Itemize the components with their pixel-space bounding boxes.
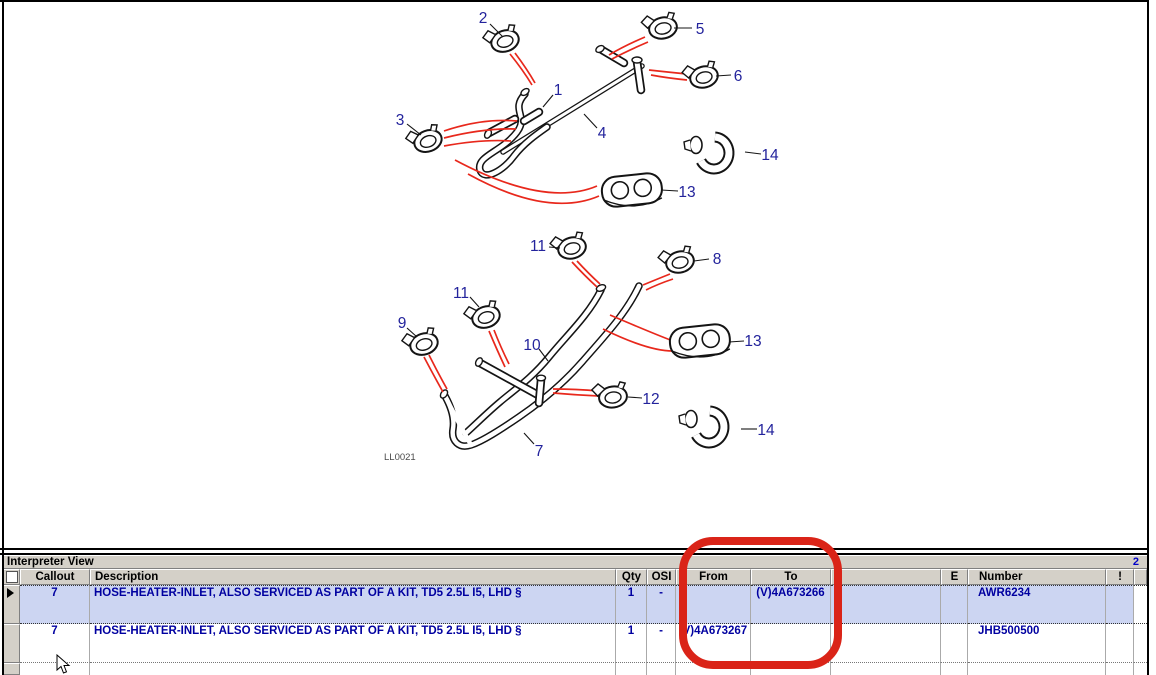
- mouse-cursor: [56, 654, 72, 675]
- window-border-right: [1147, 0, 1149, 675]
- callout-5[interactable]: 5: [696, 21, 705, 38]
- callout-11b[interactable]: 11: [453, 285, 469, 302]
- select-all-header[interactable]: [3, 569, 20, 585]
- col-header-end: [1134, 569, 1147, 585]
- cell-end: [1134, 624, 1147, 663]
- callout-13a[interactable]: 13: [678, 184, 695, 201]
- pipe-clip-14a: [684, 137, 729, 169]
- row-selector[interactable]: [3, 585, 20, 624]
- select-all-checkbox[interactable]: [6, 571, 18, 583]
- col-header-description[interactable]: Description: [90, 569, 616, 585]
- callout-13b[interactable]: 13: [744, 333, 761, 350]
- pipe-clip-14b: [679, 411, 724, 443]
- upper-hose-assembly: [480, 44, 642, 175]
- cell-number[interactable]: AWR6234: [968, 585, 1106, 624]
- callout-9[interactable]: 9: [398, 315, 407, 332]
- cell-description[interactable]: HOSE-HEATER-INLET, ALSO SERVICED AS PART…: [90, 624, 616, 663]
- cell-end: [1134, 585, 1147, 624]
- hose-clamp-12: [591, 380, 628, 410]
- hose-clamp-9: [400, 325, 440, 360]
- callout-1[interactable]: 1: [554, 82, 563, 99]
- page-indicator: 2: [1133, 556, 1147, 568]
- cell-number[interactable]: JHB500500: [968, 624, 1106, 663]
- col-header-e[interactable]: E: [941, 569, 968, 585]
- callout-6[interactable]: 6: [734, 68, 743, 85]
- panel-title: Interpreter View: [4, 556, 94, 568]
- row-selector[interactable]: [3, 624, 20, 663]
- window-border-top: [0, 0, 1149, 2]
- table-header-row: Callout Description Qty OSI From To E Nu…: [3, 569, 1147, 585]
- col-header-blank[interactable]: [831, 569, 941, 585]
- callout-11a[interactable]: 11: [530, 238, 546, 255]
- table-row[interactable]: 7 HOSE-HEATER-INLET, ALSO SERVICED AS PA…: [3, 624, 1147, 663]
- window-border-left: [2, 0, 4, 675]
- cell-qty[interactable]: 1: [616, 585, 647, 624]
- callout-8[interactable]: 8: [713, 251, 722, 268]
- cell-blank[interactable]: [831, 624, 941, 663]
- cell-description[interactable]: HOSE-HEATER-INLET, ALSO SERVICED AS PART…: [90, 585, 616, 624]
- hose-clamp-6: [681, 59, 720, 92]
- hose-clamp-11b: [462, 298, 502, 333]
- col-header-qty[interactable]: Qty: [616, 569, 647, 585]
- cell-callout[interactable]: 7: [20, 624, 90, 663]
- table-row[interactable]: 7 HOSE-HEATER-INLET, ALSO SERVICED AS PA…: [3, 585, 1147, 624]
- hose-clamp-3: [404, 122, 445, 158]
- callout-10[interactable]: 10: [523, 337, 541, 354]
- cell-callout[interactable]: 7: [20, 585, 90, 624]
- panel-separator: [0, 548, 1149, 550]
- red-annotation-circle: [679, 537, 842, 669]
- cell-osi[interactable]: -: [647, 624, 676, 663]
- cell-excl[interactable]: [1106, 585, 1134, 624]
- drawing-code-label: LL0021: [384, 452, 416, 463]
- callout-2[interactable]: 2: [479, 10, 488, 27]
- cell-excl[interactable]: [1106, 624, 1134, 663]
- double-clip-13a: [600, 172, 663, 209]
- callout-14a[interactable]: 14: [761, 147, 779, 164]
- double-clip-13b: [668, 323, 731, 360]
- col-header-number[interactable]: Number: [968, 569, 1106, 585]
- hose-clamp-2: [481, 22, 521, 57]
- col-header-callout[interactable]: Callout: [20, 569, 90, 585]
- hose-clamp-11a: [549, 230, 588, 263]
- cell-blank[interactable]: [831, 585, 941, 624]
- col-header-osi[interactable]: OSI: [647, 569, 676, 585]
- hose-clamp-5: [640, 10, 679, 42]
- parts-diagram: 2 5 6 1 3 4 14 13 11 8 11 9 10 13 12 14 …: [0, 0, 1156, 548]
- callout-14b[interactable]: 14: [757, 422, 775, 439]
- callout-4[interactable]: 4: [598, 125, 607, 142]
- interpreter-view-titlebar: Interpreter View 2: [3, 555, 1147, 569]
- cell-osi[interactable]: -: [647, 585, 676, 624]
- empty-row-area: [3, 663, 1147, 675]
- callout-3[interactable]: 3: [396, 112, 405, 129]
- hose-clamp-8: [657, 244, 696, 277]
- callout-7[interactable]: 7: [535, 443, 544, 460]
- callout-12[interactable]: 12: [642, 391, 659, 408]
- cell-e[interactable]: [941, 585, 968, 624]
- current-row-arrow-icon: [7, 588, 14, 598]
- col-header-excl[interactable]: !: [1106, 569, 1134, 585]
- cell-e[interactable]: [941, 624, 968, 663]
- cell-qty[interactable]: 1: [616, 624, 647, 663]
